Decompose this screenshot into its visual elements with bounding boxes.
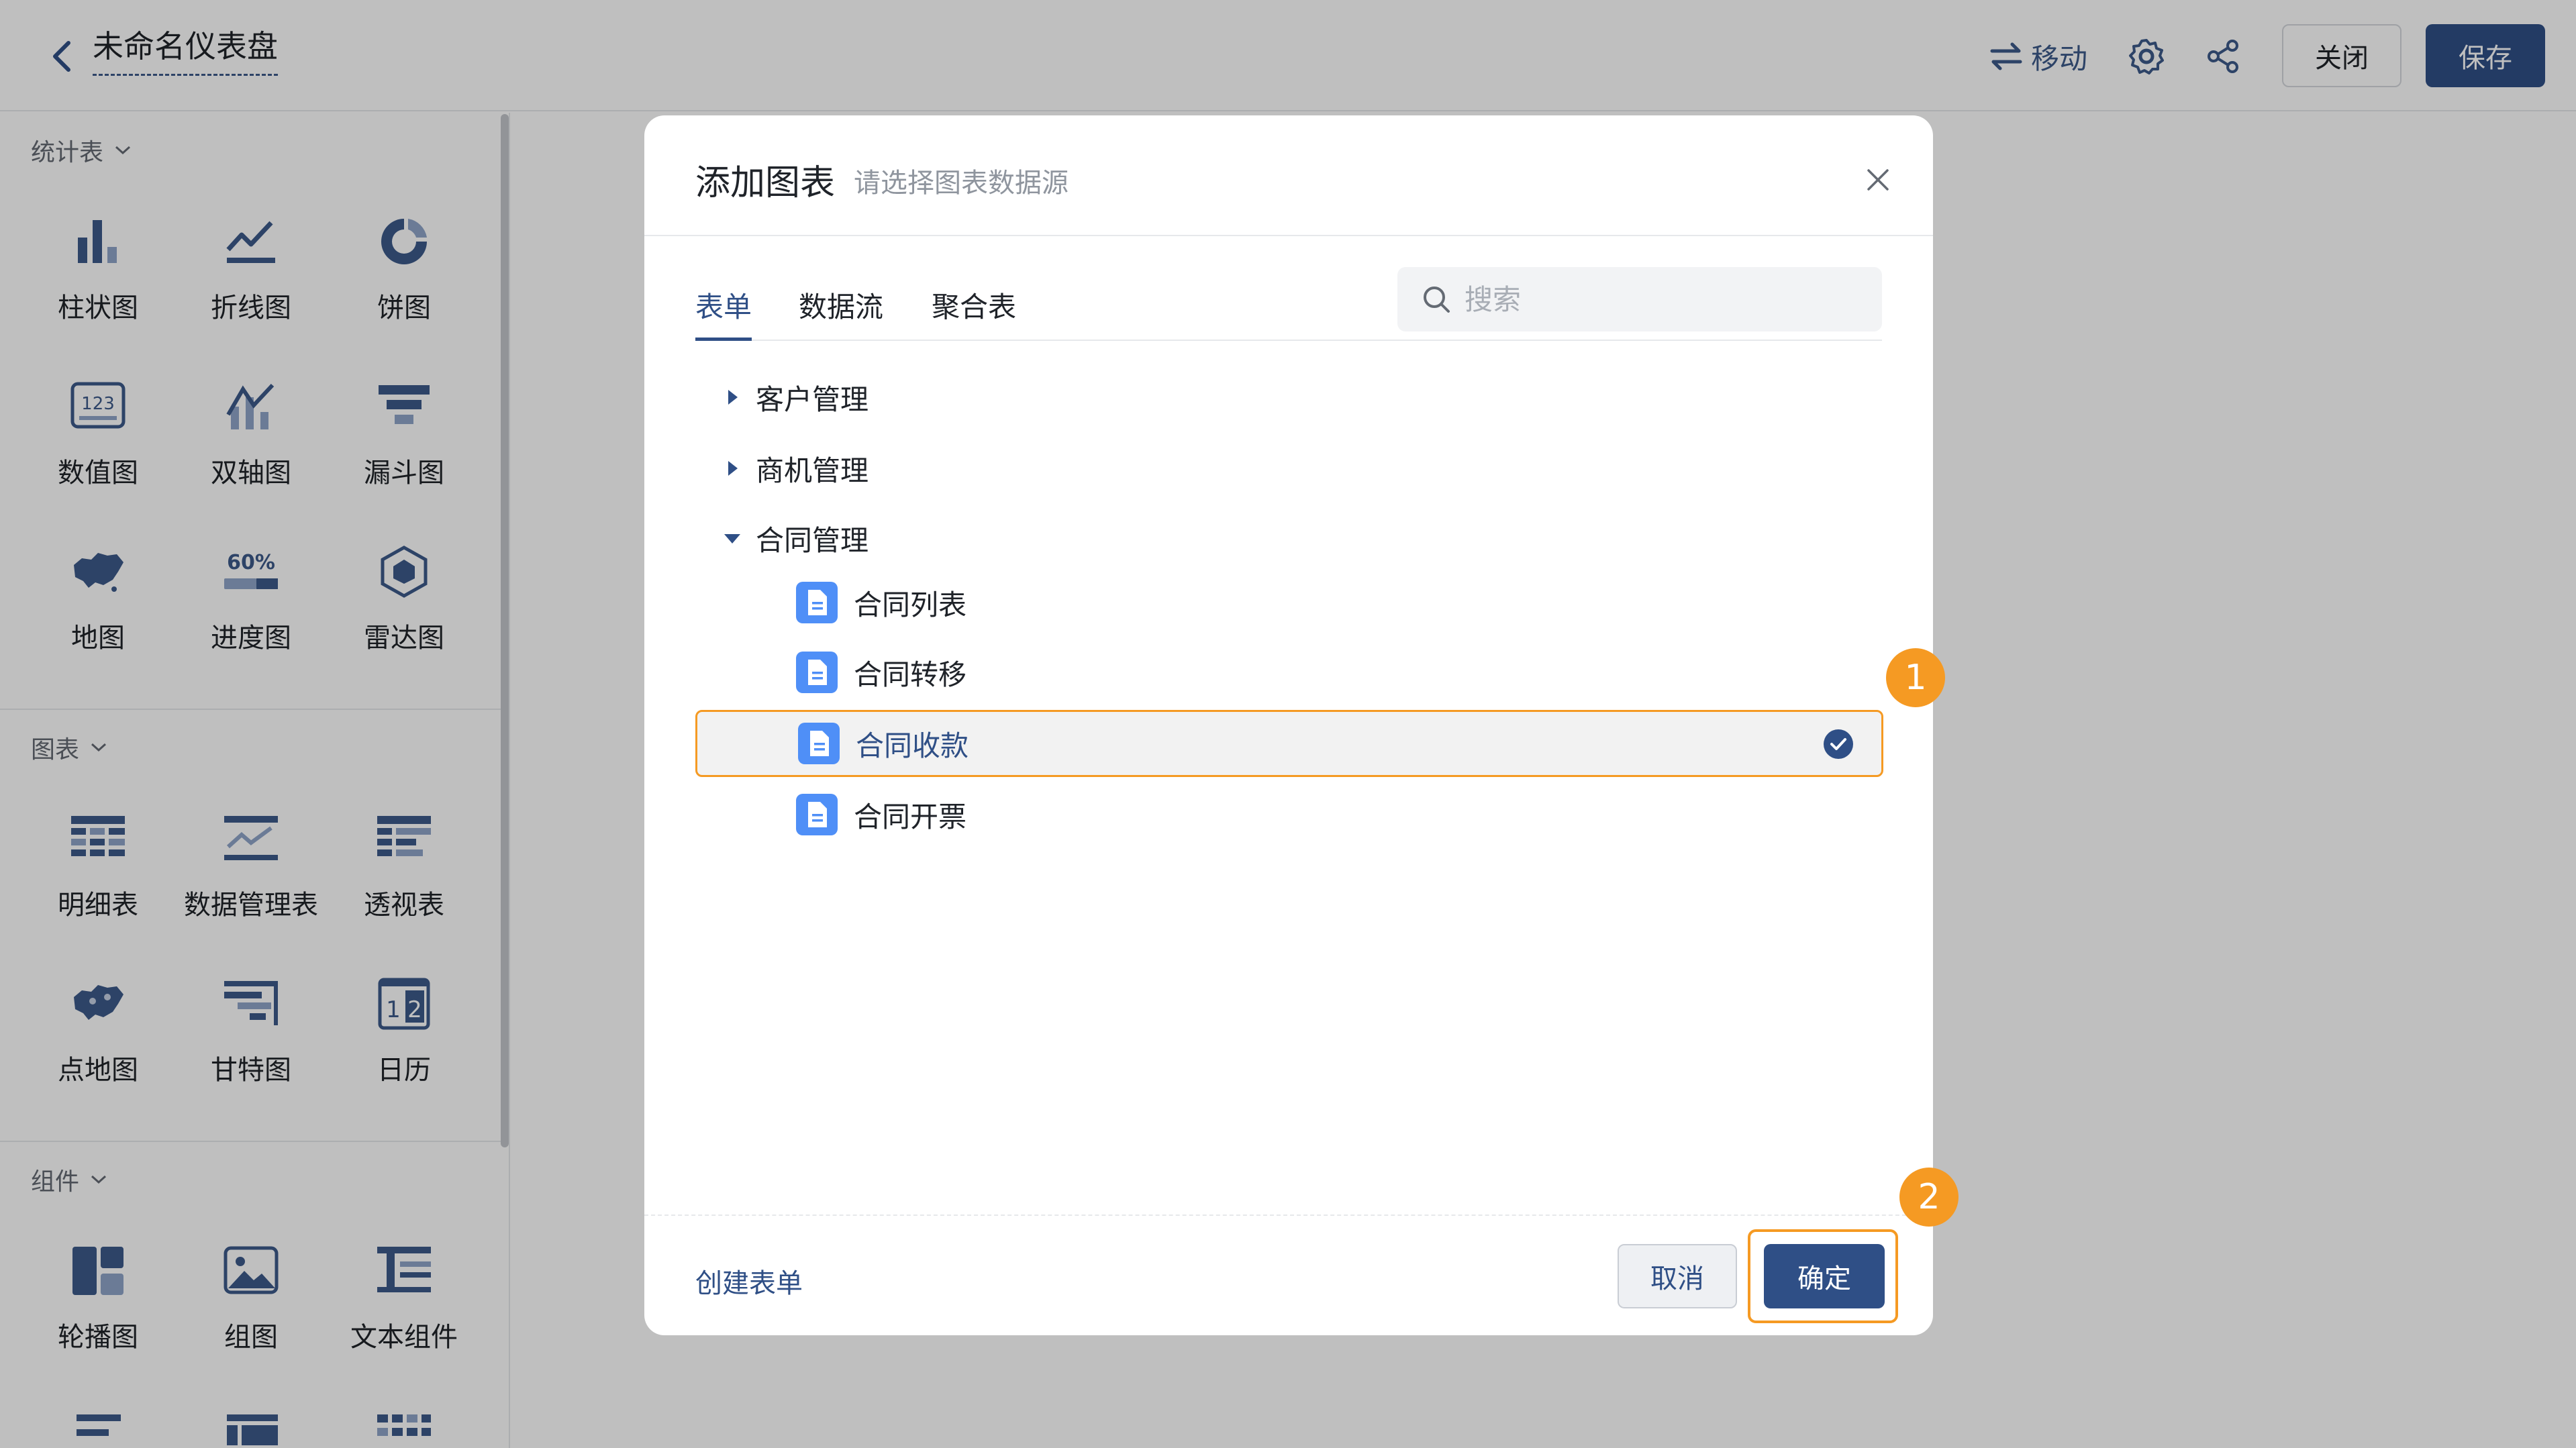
cancel-button[interactable]: 取消 xyxy=(1618,1244,1737,1308)
check-circle-icon xyxy=(1824,729,1853,759)
form-label: 合同列表 xyxy=(854,588,967,621)
dialog-header: 添加图表 请选择图表数据源 xyxy=(644,115,1933,236)
confirm-highlight: 确定 xyxy=(1748,1229,1898,1323)
tab-data-flow[interactable]: 数据流 xyxy=(799,285,883,341)
tab-aggregate-table[interactable]: 聚合表 xyxy=(932,285,1016,341)
caret-right-icon xyxy=(728,461,738,476)
dialog-title: 添加图表 xyxy=(695,163,836,203)
tree-group-opportunity[interactable]: 商机管理 xyxy=(695,435,1883,502)
search-icon xyxy=(1424,287,1450,313)
confirm-button[interactable]: 确定 xyxy=(1764,1244,1885,1308)
form-document-icon xyxy=(796,794,838,835)
form-document-icon xyxy=(798,723,840,764)
tree-group-label: 合同管理 xyxy=(756,523,869,557)
caret-down-icon xyxy=(724,534,740,544)
form-document-icon xyxy=(796,652,838,693)
form-document-icon xyxy=(796,582,838,623)
tab-forms[interactable]: 表单 xyxy=(695,285,752,341)
form-label: 合同开票 xyxy=(854,800,967,833)
add-chart-dialog: 添加图表 请选择图表数据源 表单 数据流 聚合表 客户管理 商机管理 合同管理 xyxy=(644,115,1933,1335)
tree-group-label: 商机管理 xyxy=(756,454,869,487)
close-icon[interactable] xyxy=(1865,166,1891,193)
tree-group-label: 客户管理 xyxy=(756,382,869,416)
tree-form-item[interactable]: 合同开票 xyxy=(695,781,1883,848)
search-box xyxy=(1397,267,1882,331)
tree-group-customer[interactable]: 客户管理 xyxy=(695,364,1883,431)
dashboard-editor: 未命名仪表盘 移动 关闭 保存 统计表 柱状图 折线图 饼图 123 数值图 双… xyxy=(0,0,2576,1448)
tree-group-contract[interactable]: 合同管理 xyxy=(695,505,1883,572)
dialog-subtitle: 请选择图表数据源 xyxy=(854,168,1069,199)
create-form-link[interactable]: 创建表单 xyxy=(695,1261,803,1300)
step-marker-2: 2 xyxy=(1899,1168,1959,1227)
search-input[interactable] xyxy=(1465,282,1840,316)
tree-form-item-selected[interactable]: 合同收款 xyxy=(695,710,1883,777)
tree-form-item[interactable]: 合同转移 xyxy=(695,639,1883,706)
form-label: 合同转移 xyxy=(854,658,967,691)
caret-right-icon xyxy=(728,390,738,405)
step-marker-1: 1 xyxy=(1886,648,1945,707)
form-label: 合同收款 xyxy=(856,729,969,762)
dialog-footer xyxy=(644,1214,1933,1335)
tree-form-item[interactable]: 合同列表 xyxy=(695,569,1883,636)
